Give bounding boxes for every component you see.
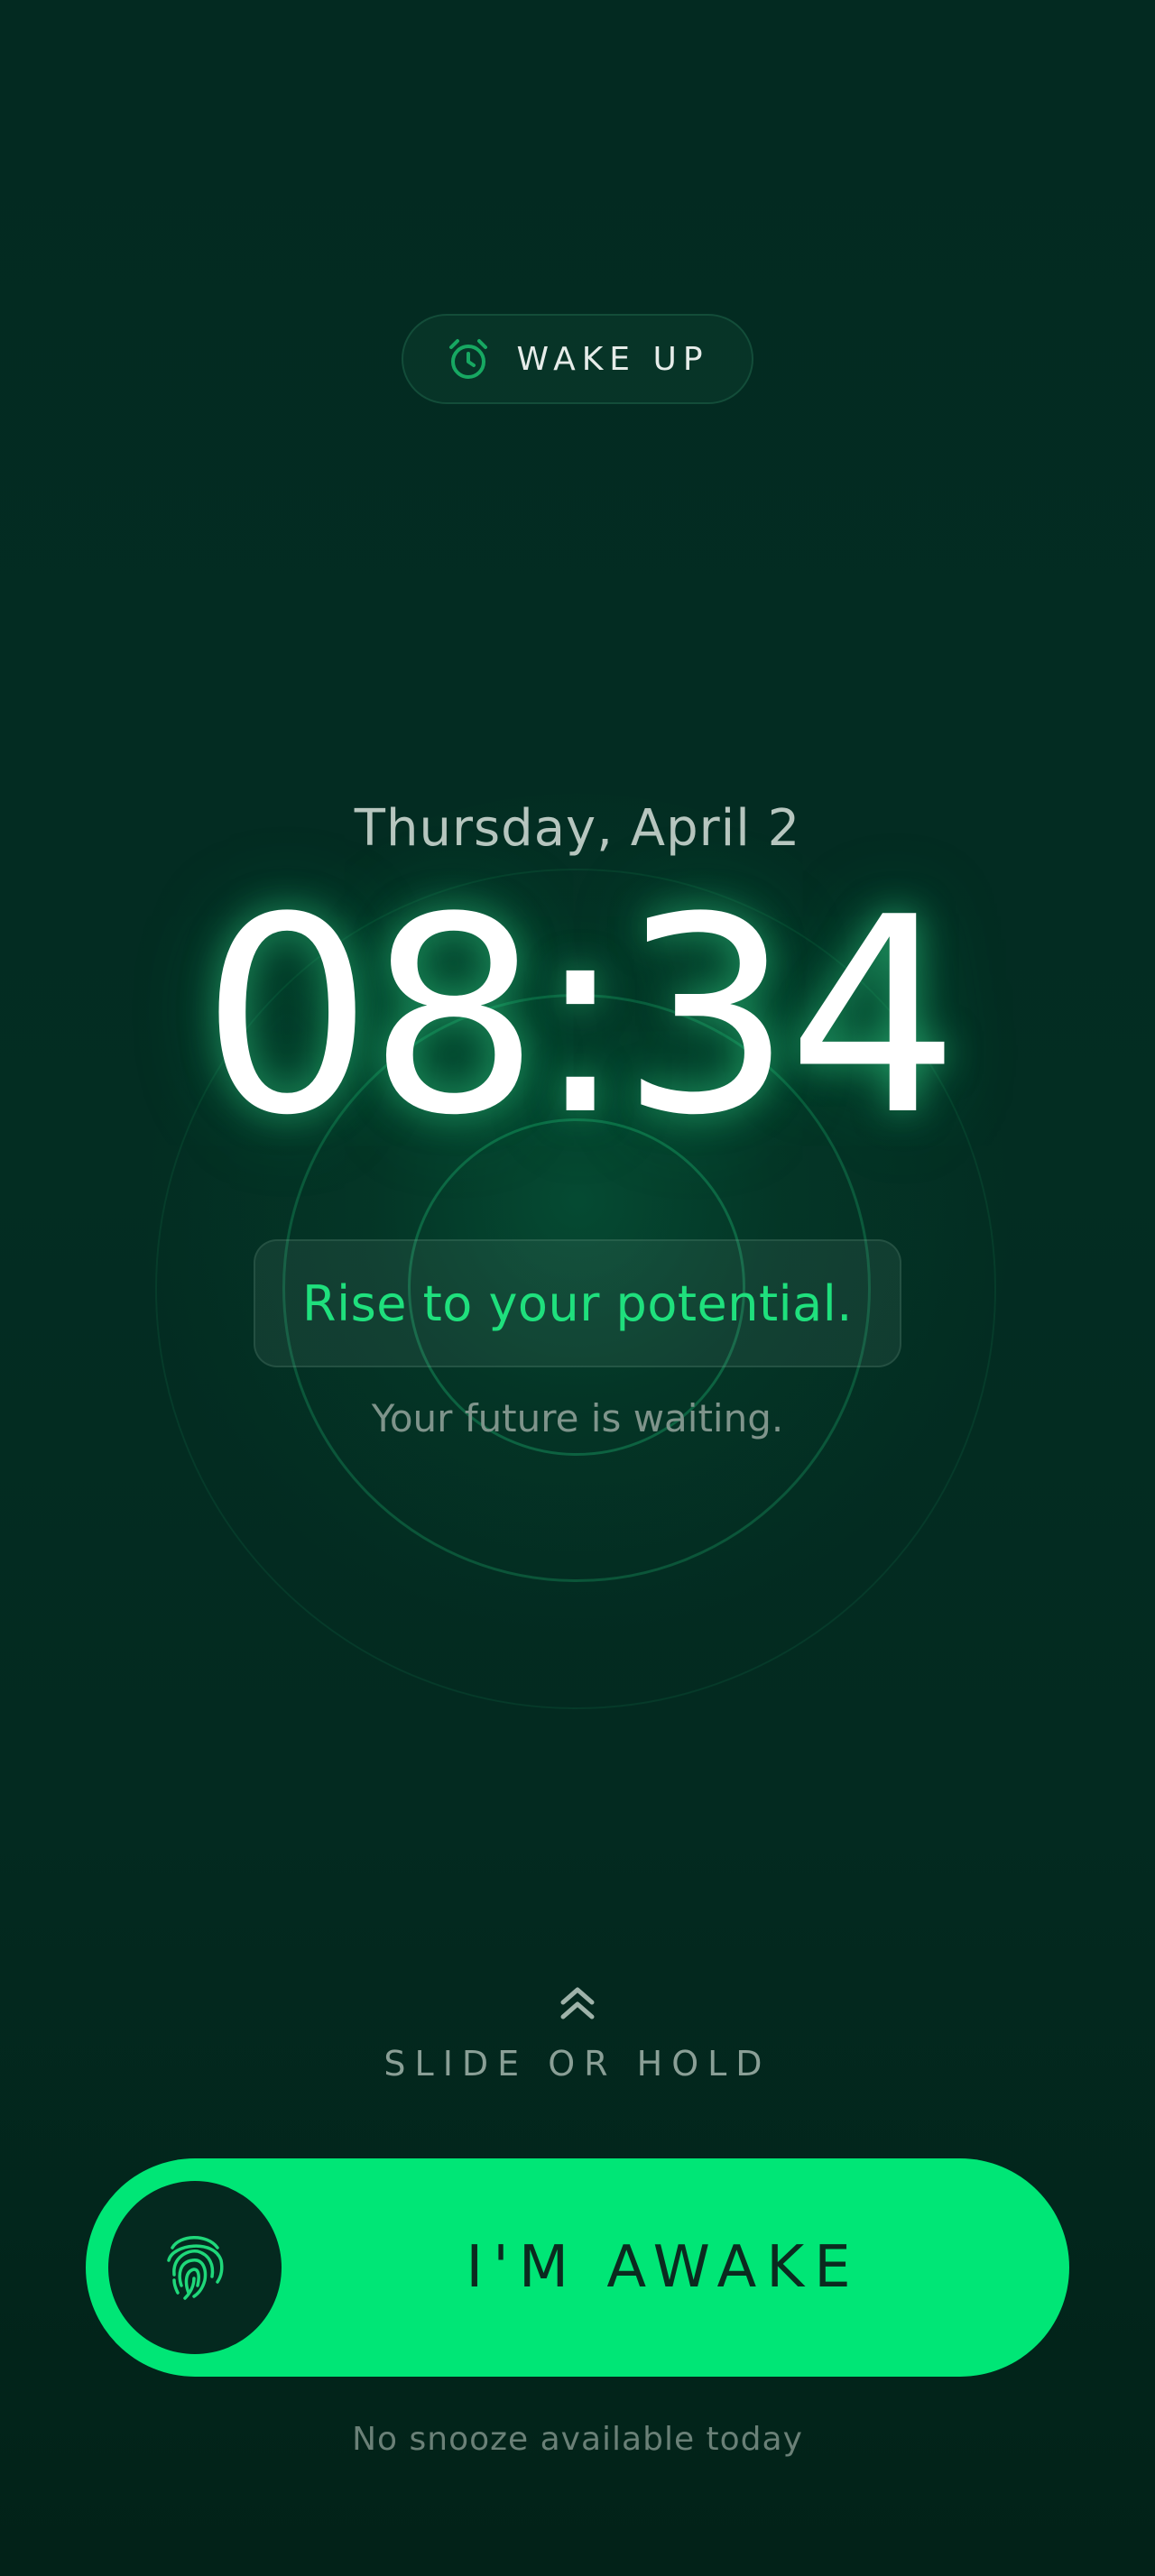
no-snooze-note: No snooze available today: [352, 2421, 803, 2458]
im-awake-slider[interactable]: I'M AWAKE: [86, 2158, 1069, 2377]
motivation-subline: Your future is waiting.: [371, 1396, 784, 1440]
wake-up-badge: WAKE UP: [402, 314, 753, 404]
slider-knob[interactable]: [108, 2181, 282, 2354]
wake-up-label: WAKE UP: [516, 340, 709, 378]
motivation-headline: Rise to your potential.: [302, 1274, 853, 1332]
date-label: Thursday, April 2: [354, 799, 801, 858]
slide-hint: SLIDE OR HOLD: [383, 2044, 772, 2084]
time-display: 08:34: [200, 860, 960, 1174]
alarm-screen: WAKE UP Thursday, April 2 08:34 Rise to …: [0, 0, 1155, 2576]
motivation-card: Rise to your potential.: [254, 1239, 901, 1367]
im-awake-label: I'M AWAKE: [466, 2234, 861, 2301]
double-chevron-up-icon: [554, 1981, 601, 2028]
fingerprint-icon: [162, 2230, 228, 2305]
alarm-clock-icon: [446, 336, 491, 382]
